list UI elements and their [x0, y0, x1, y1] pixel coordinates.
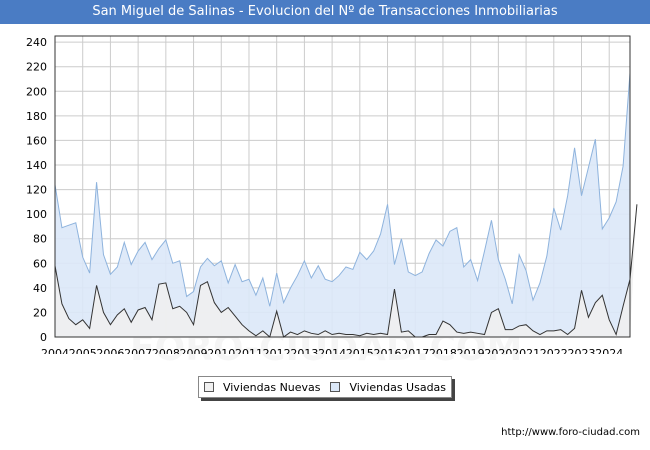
y-tick-label: 140 — [26, 159, 47, 172]
legend: Viviendas Nuevas Viviendas Usadas — [198, 376, 452, 398]
chart-area: 0204060801001201401601802002202402004 200… — [26, 35, 638, 354]
x-tick-label: 2020 — [484, 347, 512, 354]
x-tick-label: 2019 — [457, 347, 485, 354]
source-url[interactable]: http://www.foro-ciudad.com — [501, 427, 640, 438]
legend-label-usadas: Viviendas Usadas — [349, 380, 447, 394]
x-tick-label: 2023 — [568, 347, 596, 354]
chart-title: San Miguel de Salinas - Evolucion del Nº… — [0, 0, 650, 24]
x-tick-label: 2013 — [290, 347, 318, 354]
y-tick-label: 20 — [33, 306, 47, 319]
x-tick-label: 2016 — [374, 347, 402, 354]
legend-swatch-nuevas — [203, 382, 214, 392]
y-tick-label: 160 — [26, 134, 47, 147]
y-tick-label: 220 — [26, 61, 47, 74]
x-tick-label: 2024 — [595, 347, 623, 354]
y-tick-label: 200 — [26, 85, 47, 98]
x-tick-label: 2010 — [207, 347, 235, 354]
legend-item-usadas: Viviendas Usadas — [330, 381, 446, 394]
x-tick-label: 2009 — [180, 347, 208, 354]
legend-item-nuevas: Viviendas Nuevas — [203, 380, 321, 394]
x-tick-label: 2015 — [346, 347, 374, 354]
x-tick-label: 2014 — [318, 347, 346, 354]
y-tick-label: 120 — [26, 184, 47, 197]
x-tick-label: 2012 — [263, 347, 291, 354]
legend-label-nuevas: Viviendas Nuevas — [222, 380, 321, 394]
y-tick-label: 100 — [26, 208, 47, 221]
y-tick-label: 0 — [40, 331, 47, 344]
y-tick-label: 60 — [33, 257, 47, 270]
x-tick-label: 2022 — [540, 347, 568, 354]
x-tick-label: 2011 — [235, 347, 263, 354]
y-tick-label: 80 — [33, 233, 47, 246]
x-tick-label: 2008 — [152, 347, 180, 354]
legend-swatch-usadas — [330, 382, 341, 392]
x-tick-label: 2021 — [512, 347, 540, 354]
y-tick-label: 180 — [26, 110, 47, 123]
x-tick-label: 2017 — [401, 347, 429, 354]
y-tick-label: 240 — [26, 36, 47, 49]
x-tick-label: 2007 — [124, 347, 152, 354]
x-tick-label: 2005 — [69, 347, 97, 354]
x-tick-label: 2018 — [429, 347, 457, 354]
x-tick-label: 2004 — [41, 347, 69, 354]
x-tick-label: 2006 — [96, 347, 124, 354]
y-tick-label: 40 — [33, 282, 47, 295]
